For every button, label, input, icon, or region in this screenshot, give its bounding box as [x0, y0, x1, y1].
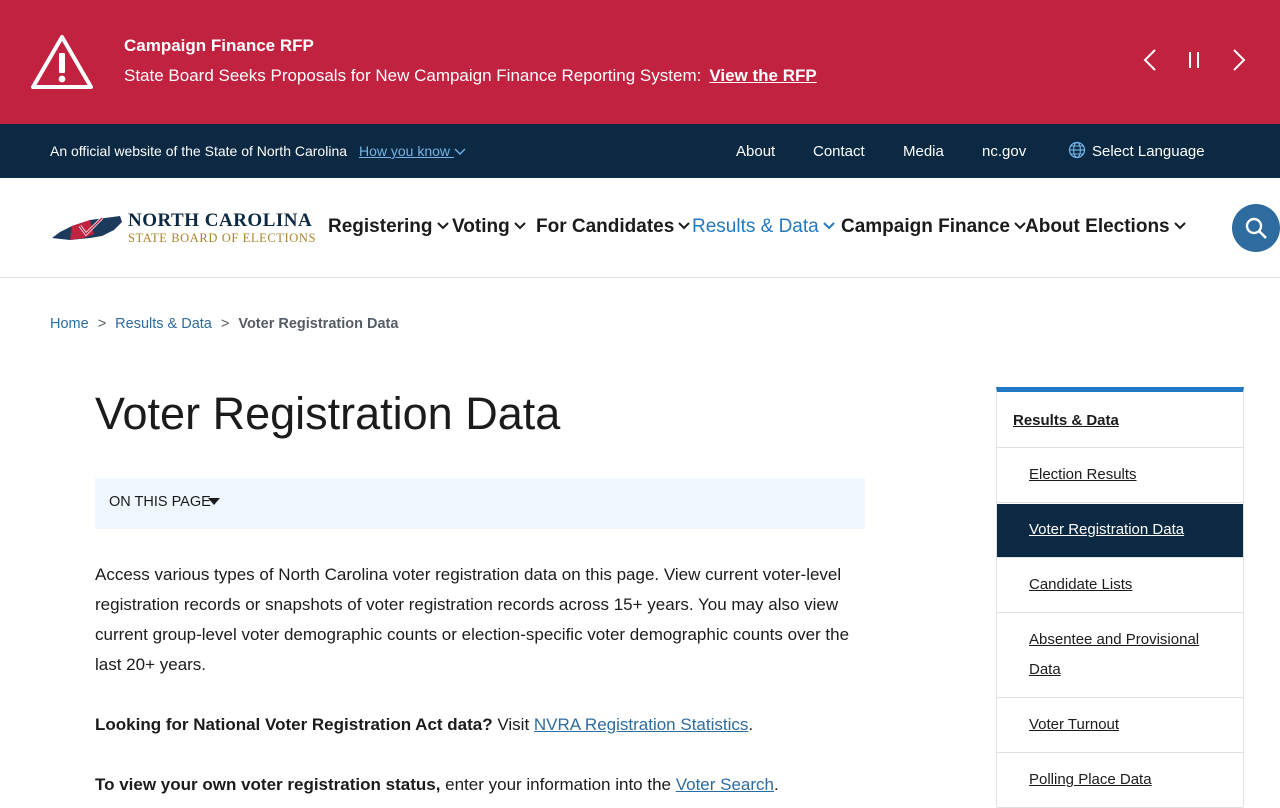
search-button[interactable]: [1232, 204, 1280, 252]
select-language-button[interactable]: Select Language: [1068, 141, 1205, 160]
util-link-media[interactable]: Media: [903, 143, 944, 160]
breadcrumb-results-data[interactable]: Results & Data: [115, 316, 212, 332]
warning-icon: [31, 35, 93, 89]
nav-for-candidates[interactable]: For Candidates: [536, 216, 691, 238]
chevron-down-icon: [678, 222, 691, 230]
chevron-down-icon: [454, 148, 466, 156]
util-link-contact[interactable]: Contact: [813, 143, 865, 160]
official-banner: An official website of the State of Nort…: [0, 124, 1280, 178]
nav-campaign-finance[interactable]: Campaign Finance: [841, 216, 1026, 238]
breadcrumb-home[interactable]: Home: [50, 316, 89, 332]
breadcrumb: Home > Results & Data > Voter Registration D…: [50, 316, 398, 332]
on-this-page-toggle[interactable]: ON THIS PAGE: [95, 478, 865, 529]
util-link-about[interactable]: About: [736, 143, 775, 160]
alert-banner: Campaign Finance RFP State Board Seeks P…: [0, 0, 1280, 124]
nav-results-data[interactable]: Results & Data: [692, 216, 835, 238]
nav-label: For Candidates: [536, 216, 675, 237]
alert-title: Campaign Finance RFP: [124, 36, 314, 55]
status-bold: To view your own voter registration stat…: [95, 775, 441, 794]
globe-icon: [1068, 141, 1086, 159]
chevron-left-icon[interactable]: [1137, 46, 1165, 74]
sidebar-item-voter-registration-data[interactable]: Voter Registration Data: [997, 504, 1243, 558]
sidebar-item-absentee-provisional[interactable]: Absentee and Provisional Data: [997, 613, 1243, 698]
sidebar-heading-label: Results & Data: [1013, 412, 1119, 429]
page-title: Voter Registration Data: [95, 388, 561, 439]
util-link-ncgov[interactable]: nc.gov: [982, 143, 1026, 160]
status-end: .: [774, 775, 779, 794]
chevron-down-icon: [436, 222, 449, 230]
nav-about-elections[interactable]: About Elections: [1025, 216, 1186, 238]
breadcrumb-separator: >: [220, 316, 230, 332]
sidebar-item-election-results[interactable]: Election Results: [997, 448, 1243, 503]
intro-paragraph: Access various types of North Carolina v…: [95, 565, 850, 674]
caret-down-icon: [208, 498, 220, 505]
voter-status-paragraph: To view your own voter registration stat…: [95, 770, 875, 800]
sidebar-item-candidate-lists[interactable]: Candidate Lists: [997, 558, 1243, 613]
sidebar-item-label: Election Results: [1029, 466, 1137, 483]
nvra-paragraph: Looking for National Voter Registration …: [95, 710, 875, 740]
alert-message: State Board Seeks Proposals for New Camp…: [124, 66, 817, 86]
on-this-page-label: ON THIS PAGE: [109, 494, 211, 510]
sidebar-heading[interactable]: Results & Data: [997, 392, 1243, 448]
nav-label: Voting: [452, 216, 510, 237]
nvra-text: Visit: [492, 715, 534, 734]
nvra-statistics-link[interactable]: NVRA Registration Statistics: [534, 715, 748, 734]
sidebar-item-label: Polling Place Data: [1029, 771, 1152, 788]
site-header: NORTH CAROLINA STATE BOARD OF ELECTIONS …: [0, 178, 1280, 278]
sidebar-item-label: Absentee and Provisional Data: [1029, 631, 1200, 678]
nav-label: Campaign Finance: [841, 216, 1010, 237]
breadcrumb-current: Voter Registration Data: [238, 316, 399, 332]
sidebar-item-label: Voter Turnout: [1029, 716, 1120, 733]
logo-title: NORTH CAROLINA: [128, 210, 313, 231]
sidebar-item-label: Voter Registration Data: [1029, 521, 1185, 538]
pause-icon[interactable]: [1180, 46, 1208, 74]
select-language-label: Select Language: [1092, 143, 1205, 160]
search-icon: [1245, 217, 1267, 239]
nvra-end: .: [748, 715, 754, 734]
how-you-know-link[interactable]: How you know: [359, 143, 466, 159]
how-you-know-label: How you know: [359, 143, 451, 159]
official-text: An official website of the State of Nort…: [50, 143, 348, 159]
nav-voting[interactable]: Voting: [452, 216, 526, 238]
logo-subtitle: STATE BOARD OF ELECTIONS: [128, 231, 317, 245]
sidebar-nav: Results & Data Election Results Voter Re…: [996, 387, 1244, 808]
chevron-down-icon: [1173, 222, 1186, 230]
nav-label: Registering: [328, 216, 433, 237]
nav-label: About Elections: [1025, 216, 1170, 237]
view-rfp-link[interactable]: View the RFP: [709, 66, 816, 85]
sidebar-item-label: Candidate Lists: [1029, 576, 1133, 593]
nav-label: Results & Data: [692, 216, 819, 237]
chevron-down-icon: [513, 222, 526, 230]
nc-map-logo-icon: [52, 216, 122, 240]
chevron-down-icon: [823, 222, 835, 230]
nav-registering[interactable]: Registering: [328, 216, 449, 238]
status-text: enter your information into the: [440, 775, 676, 794]
nvra-bold: Looking for National Voter Registration …: [95, 715, 493, 734]
chevron-right-icon[interactable]: [1226, 46, 1254, 74]
breadcrumb-separator: >: [97, 316, 107, 332]
voter-search-link[interactable]: Voter Search: [676, 775, 774, 794]
sidebar-item-voter-turnout[interactable]: Voter Turnout: [997, 698, 1243, 753]
site-logo[interactable]: NORTH CAROLINA STATE BOARD OF ELECTIONS: [50, 208, 315, 248]
alert-text: State Board Seeks Proposals for New Camp…: [124, 66, 702, 85]
